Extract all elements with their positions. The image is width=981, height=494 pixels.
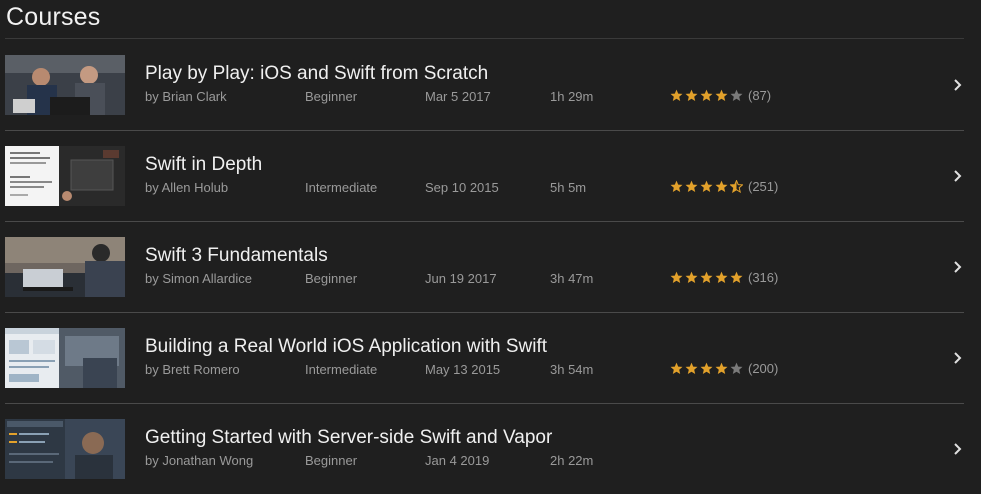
course-author: by Brian Clark [145,89,227,104]
star-filled-icon [670,271,683,283]
course-rating: (316) [670,270,778,285]
course-row[interactable]: Swift 3 Fundamentals by Simon Allardice … [5,222,964,313]
star-filled-icon [685,180,698,192]
divider [5,38,964,39]
course-thumbnail [5,55,125,115]
courses-page: Courses Play by Play: iOS and Swift from… [0,0,981,490]
star-filled-icon [730,271,743,283]
star-filled-icon [715,180,728,192]
star-filled-icon [685,362,698,374]
course-title[interactable]: Getting Started with Server-side Swift a… [145,427,552,449]
chevron-right-icon[interactable] [952,78,964,92]
course-row[interactable]: Play by Play: iOS and Swift from Scratch… [5,40,964,131]
course-row[interactable]: Swift in Depth by Allen Holub Intermedia… [5,131,964,222]
course-author: by Allen Holub [145,180,229,195]
course-author: by Simon Allardice [145,271,252,286]
star-filled-icon [700,89,713,101]
course-date: Jun 19 2017 [425,271,497,286]
rating-stars [670,180,745,193]
course-author: by Brett Romero [145,362,240,377]
course-rating: (200) [670,361,778,376]
star-filled-icon [715,271,728,283]
course-duration: 2h 22m [550,453,594,468]
star-half-icon [730,180,743,193]
course-duration: 1h 29m [550,89,594,104]
rating-stars [670,89,745,102]
star-filled-icon [715,89,728,101]
course-title[interactable]: Swift in Depth [145,154,262,176]
course-duration: 3h 54m [550,362,594,377]
star-filled-icon [715,362,728,374]
course-row[interactable]: Getting Started with Server-side Swift a… [5,404,964,494]
rating-count: (316) [748,270,779,285]
course-date: Sep 10 2015 [425,180,499,195]
course-thumbnail [5,237,125,297]
page-title: Courses [6,3,101,31]
chevron-right-icon[interactable] [952,351,964,365]
course-list: Play by Play: iOS and Swift from Scratch… [5,40,964,494]
course-level: Beginner [305,89,358,104]
course-level: Intermediate [305,180,378,195]
course-duration: 3h 47m [550,271,594,286]
chevron-right-icon[interactable] [952,442,964,456]
star-filled-icon [670,180,683,192]
course-title[interactable]: Building a Real World iOS Application wi… [145,336,547,358]
course-duration: 5h 5m [550,180,587,195]
course-author: by Jonathan Wong [145,453,254,468]
star-filled-icon [685,89,698,101]
course-date: May 13 2015 [425,362,501,377]
star-empty-icon [730,362,743,374]
course-thumbnail [5,419,125,479]
course-thumbnail [5,146,125,206]
course-date: Mar 5 2017 [425,89,491,104]
course-level: Beginner [305,453,358,468]
star-empty-icon [730,89,743,101]
star-filled-icon [670,362,683,374]
star-filled-icon [700,362,713,374]
course-date: Jan 4 2019 [425,453,490,468]
course-rating: (251) [670,179,778,194]
course-level: Intermediate [305,362,378,377]
rating-stars [670,362,745,375]
rating-stars [670,271,745,284]
star-filled-icon [685,271,698,283]
star-filled-icon [700,271,713,283]
course-level: Beginner [305,271,358,286]
course-rating: (87) [670,88,771,103]
star-filled-icon [700,180,713,192]
chevron-right-icon[interactable] [952,169,964,183]
star-filled-icon [670,89,683,101]
rating-count: (251) [748,179,779,194]
chevron-right-icon[interactable] [952,260,964,274]
course-title[interactable]: Play by Play: iOS and Swift from Scratch [145,63,488,85]
course-row[interactable]: Building a Real World iOS Application wi… [5,313,964,404]
rating-count: (200) [748,361,779,376]
course-title[interactable]: Swift 3 Fundamentals [145,245,328,267]
course-thumbnail [5,328,125,388]
rating-count: (87) [748,88,772,103]
